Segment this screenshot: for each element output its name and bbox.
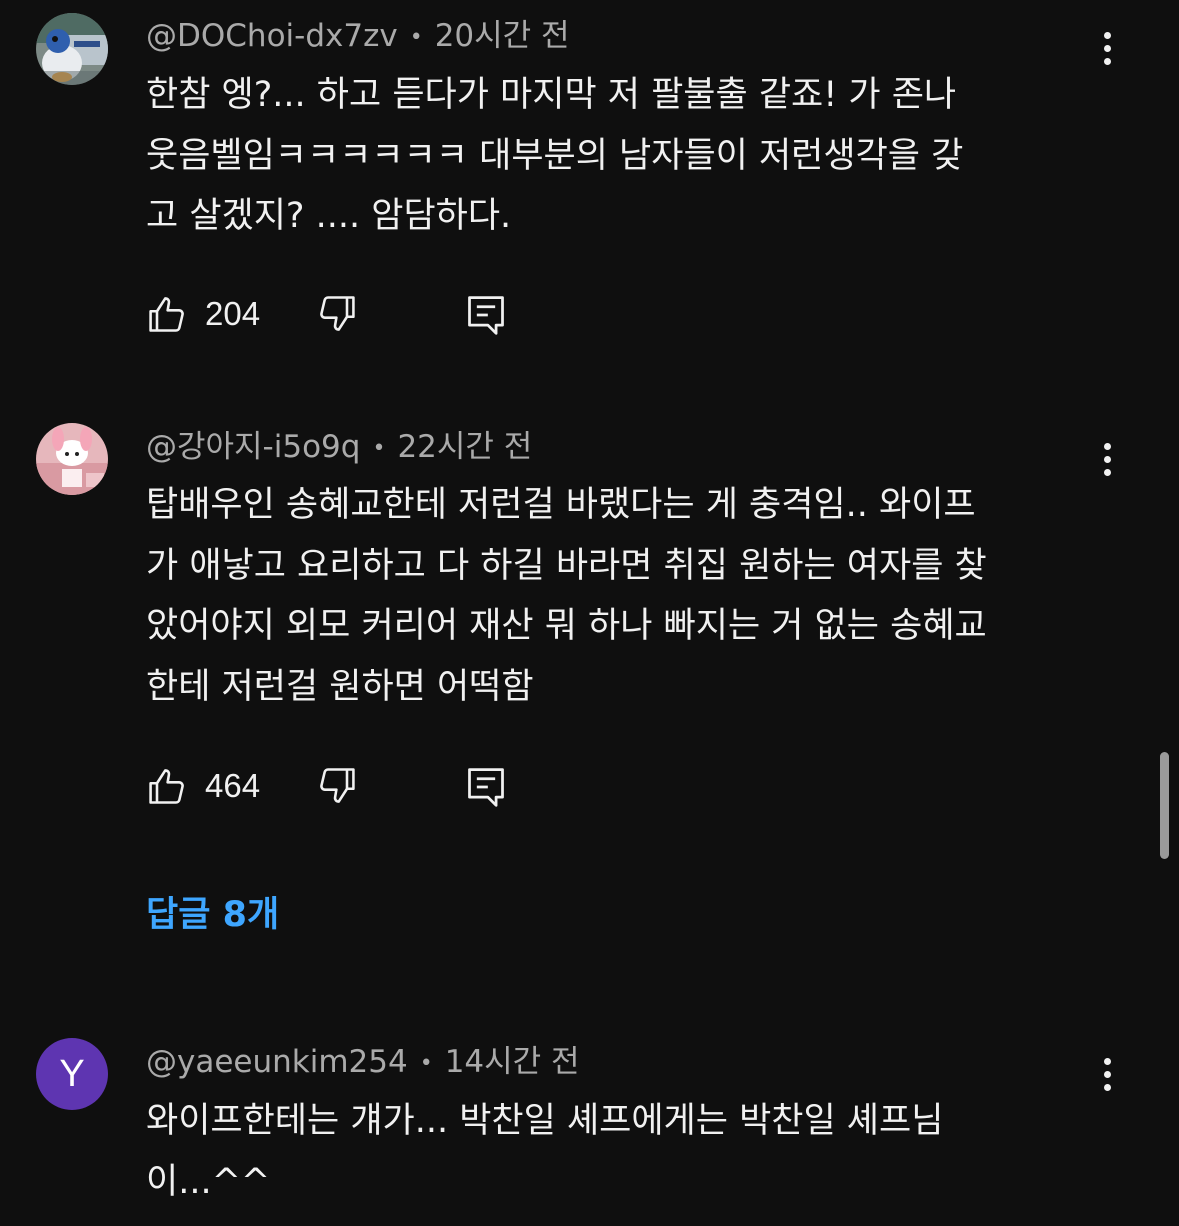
thumbs-up-icon xyxy=(149,297,184,332)
comment-actions: 204 xyxy=(146,292,546,340)
reply-comment-icon xyxy=(468,296,504,335)
avatar[interactable] xyxy=(36,13,108,85)
dislike-button[interactable] xyxy=(314,292,358,340)
comment-meta: @DOChoi-dx7zv • 20시간 전 xyxy=(146,16,570,58)
like-button[interactable] xyxy=(146,292,190,340)
reply-button[interactable] xyxy=(464,292,508,342)
like-count: 464 xyxy=(205,767,261,804)
more-vertical-icon-dot xyxy=(1103,455,1111,463)
avatar[interactable] xyxy=(36,423,108,495)
thumbs-up-icon xyxy=(149,769,184,804)
avatar-letter: Y xyxy=(59,1052,85,1095)
separator-dot: • xyxy=(419,1050,433,1076)
like-count: 204 xyxy=(205,295,261,332)
like-button[interactable] xyxy=(146,764,190,812)
more-vertical-icon xyxy=(1103,1057,1111,1065)
reply-button[interactable] xyxy=(464,764,508,814)
more-vertical-icon xyxy=(1103,442,1111,450)
more-vertical-icon-dot xyxy=(1103,1070,1111,1078)
more-vertical-icon-dot xyxy=(1103,468,1111,476)
my-melody-photo-avatar-image xyxy=(36,423,108,495)
comment-text: 와이프한테는 걔가... 박찬일 셰프에게는 박찬일 셰프님 이...^^ xyxy=(146,1101,944,1202)
timestamp[interactable]: 22시간 전 xyxy=(397,429,532,465)
dislike-button[interactable] xyxy=(314,764,358,812)
more-vertical-icon-dot xyxy=(1103,44,1111,52)
avatar[interactable]: Y xyxy=(36,1038,108,1110)
timestamp[interactable]: 14시간 전 xyxy=(445,1044,580,1080)
separator-dot: • xyxy=(409,24,423,50)
more-vertical-icon-dot xyxy=(1103,57,1111,65)
duck-photo-avatar-image xyxy=(36,13,108,85)
more-vertical-icon xyxy=(1103,31,1111,39)
comment-actions: 464 xyxy=(146,764,546,812)
scrollbar[interactable] xyxy=(1160,752,1169,859)
more-vertical-icon-dot xyxy=(1103,1083,1111,1091)
author-name[interactable]: @DOChoi-dx7zv xyxy=(146,18,398,54)
comment-text: 한참 엥?... 하고 듣다가 마지막 저 팔불출 같죠! 가 존나 웃음벨임ㅋ… xyxy=(146,75,964,236)
view-replies-link[interactable]: 답글 8개 xyxy=(146,890,279,940)
reply-comment-icon xyxy=(468,768,504,807)
author-name[interactable]: @yaeeunkim254 xyxy=(146,1044,408,1080)
comment-meta: @강아지-i5o9q • 22시간 전 xyxy=(146,427,532,469)
comment-meta: @yaeeunkim254 • 14시간 전 xyxy=(146,1042,580,1084)
comment-text: 탑배우인 송혜교한테 저런걸 바랬다는 게 충격임.. 와이프 가 애낳고 요리… xyxy=(146,485,987,707)
thumbs-down-icon xyxy=(320,768,355,803)
thumbs-down-icon xyxy=(320,296,355,331)
author-name[interactable]: @강아지-i5o9q xyxy=(146,429,360,465)
separator-dot: • xyxy=(372,435,386,461)
timestamp[interactable]: 20시간 전 xyxy=(435,18,570,54)
